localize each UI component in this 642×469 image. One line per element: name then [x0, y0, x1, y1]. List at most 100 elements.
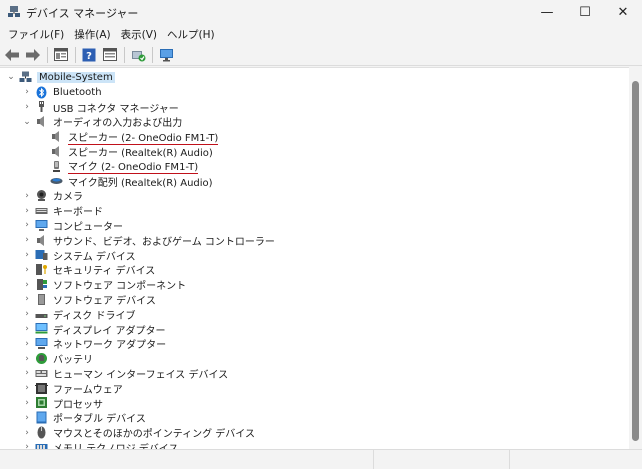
tree-item-disk-drives[interactable]: › ディスク ドライブ — [22, 307, 135, 322]
computer-icon — [35, 219, 48, 231]
menu-bar: ファイル(F) 操作(A) 表示(V) ヘルプ(H) — [0, 26, 642, 43]
bluetooth-icon — [36, 86, 47, 99]
chevron-right-icon[interactable]: › — [22, 412, 32, 424]
sound-icon — [37, 234, 44, 246]
keyboard-icon — [35, 208, 48, 215]
tree-item-keyboard[interactable]: › キーボード — [22, 203, 103, 219]
chevron-right-icon[interactable]: › — [22, 190, 32, 202]
speaker-icon — [52, 131, 59, 143]
tree-item-usb[interactable]: › USB コネクタ マネージャー — [22, 100, 179, 115]
tree-item-camera[interactable]: › カメラ — [22, 188, 83, 203]
tree-item-mice[interactable]: › マウスとそのほかのポインティング デバイス — [22, 425, 255, 440]
tree-item-computer[interactable]: › コンピューター — [22, 218, 123, 233]
chevron-right-icon[interactable]: › — [22, 382, 32, 394]
chevron-down-icon[interactable]: ⌄ — [22, 116, 32, 128]
tree-item-network-adapters[interactable]: › ネットワーク アダプター — [22, 336, 166, 351]
tree-item-system-devices[interactable]: › システム デバイス — [22, 248, 136, 263]
device-tree[interactable]: ⌄ Mobile-System › Bluetooth › USB コネクタ マ… — [0, 67, 629, 449]
help-button[interactable]: ? — [80, 46, 98, 64]
hid-icon — [35, 369, 48, 377]
tree-item-processors[interactable]: › プロセッサ — [22, 396, 103, 411]
toolbar-separator — [47, 46, 48, 63]
chevron-right-icon[interactable]: › — [22, 86, 32, 98]
tree-item-battery[interactable]: › バッテリ — [22, 351, 93, 366]
properties-button[interactable] — [52, 46, 70, 64]
scrollbar-thumb[interactable] — [632, 81, 639, 441]
tree-item-label: システム デバイス — [53, 251, 136, 263]
tree-item-label: コンピューター — [53, 221, 123, 233]
toolbar: ? — [0, 44, 642, 66]
tree-root[interactable]: ⌄ Mobile-System — [6, 70, 115, 85]
tree-item-label: スピーカー (2- OneOdio FM1-T) — [68, 129, 219, 145]
chevron-right-icon[interactable]: › — [22, 293, 32, 305]
forward-button[interactable] — [24, 46, 42, 64]
chevron-down-icon[interactable]: ⌄ — [6, 71, 16, 83]
chevron-right-icon[interactable]: › — [22, 249, 32, 261]
tree-item-label: マイク (2- OneOdio FM1-T) — [68, 158, 199, 175]
battery-icon — [36, 353, 47, 365]
processor-icon — [36, 397, 47, 409]
chevron-right-icon[interactable]: › — [22, 397, 32, 409]
computer-network-icon — [19, 71, 32, 82]
tree-item-portable-devices[interactable]: › ポータブル デバイス — [22, 410, 146, 425]
tree-item-label: ディスク ドライブ — [53, 310, 136, 322]
chevron-right-icon[interactable]: › — [22, 219, 32, 231]
menu-file[interactable]: ファイル(F) — [4, 27, 68, 42]
chevron-right-icon[interactable]: › — [22, 308, 32, 320]
tree-item-mic-array[interactable]: マイク配列 (Realtek(R) Audio) — [37, 174, 213, 189]
tree-item-label: キーボード — [53, 207, 103, 219]
portable-icon — [36, 411, 47, 424]
tree-item-memory-technology[interactable]: › メモリ テクノロジ デバイス — [22, 440, 178, 449]
tree-item-security[interactable]: › セキュリティ デバイス — [22, 262, 155, 277]
tree-item-label: マウスとそのほかのポインティング デバイス — [53, 429, 255, 441]
tree-item-software-device[interactable]: › ソフトウェア デバイス — [22, 292, 156, 307]
scan-hardware-icon — [159, 48, 173, 61]
chevron-right-icon[interactable]: › — [22, 101, 32, 113]
menu-action[interactable]: 操作(A) — [70, 27, 114, 42]
tree-item-label: オーディオの入力および出力 — [53, 118, 183, 130]
vertical-scrollbar[interactable] — [629, 67, 642, 449]
tree-item-label: カメラ — [53, 192, 83, 204]
tree-item-mic-oneodio[interactable]: マイク (2- OneOdio FM1-T) — [37, 158, 199, 175]
minimize-button[interactable]: — — [528, 0, 566, 24]
tree-root-label: Mobile-System — [37, 71, 115, 83]
menu-help[interactable]: ヘルプ(H) — [163, 27, 219, 42]
chevron-right-icon[interactable]: › — [22, 323, 32, 335]
maximize-button[interactable]: ☐ — [566, 0, 604, 24]
close-button[interactable]: ✕ — [604, 0, 642, 24]
tree-item-software-component[interactable]: › ソフトウェア コンポーネント — [22, 277, 186, 292]
tree-item-bluetooth[interactable]: › Bluetooth — [22, 85, 102, 100]
tree-item-display-adapters[interactable]: › ディスプレイ アダプター — [22, 322, 165, 337]
chevron-right-icon[interactable]: › — [22, 353, 32, 365]
update-driver-button[interactable] — [129, 46, 147, 64]
chevron-right-icon[interactable]: › — [22, 205, 32, 217]
update-driver-icon — [131, 50, 145, 61]
tree-item-audio-io[interactable]: ⌄ オーディオの入力および出力 — [22, 114, 182, 129]
tree-item-label: ソフトウェア デバイス — [53, 295, 156, 307]
usb-icon — [39, 101, 44, 113]
chevron-right-icon[interactable]: › — [22, 338, 32, 350]
scan-hardware-button[interactable] — [157, 46, 175, 64]
chevron-right-icon[interactable]: › — [22, 279, 32, 291]
tree-item-speaker-oneodio[interactable]: スピーカー (2- OneOdio FM1-T) — [37, 129, 219, 145]
tree-item-speaker-realtek[interactable]: スピーカー (Realtek(R) Audio) — [37, 144, 213, 159]
chevron-right-icon[interactable]: › — [22, 234, 32, 246]
display-icon — [35, 323, 48, 334]
chevron-right-icon[interactable]: › — [22, 367, 32, 379]
chevron-right-icon[interactable]: › — [22, 427, 32, 439]
device-manager-icon — [8, 6, 20, 17]
tree-item-hid[interactable]: › ヒューマン インターフェイス デバイス — [22, 366, 228, 381]
chevron-right-icon[interactable]: › — [22, 441, 32, 449]
show-hidden-button[interactable] — [101, 46, 119, 64]
svg-text:?: ? — [86, 51, 92, 62]
tree-item-label: スピーカー (Realtek(R) Audio) — [68, 147, 213, 159]
firmware-icon — [35, 382, 48, 394]
chevron-right-icon[interactable]: › — [22, 264, 32, 276]
tree-item-firmware[interactable]: › ファームウェア — [22, 381, 123, 396]
menu-view[interactable]: 表示(V) — [117, 27, 161, 42]
back-button[interactable] — [3, 46, 21, 64]
back-icon — [5, 48, 19, 61]
toolbar-separator — [124, 46, 125, 63]
tree-item-sound-video-game[interactable]: › サウンド、ビデオ、およびゲーム コントローラー — [22, 233, 275, 248]
system-device-icon — [35, 250, 48, 261]
